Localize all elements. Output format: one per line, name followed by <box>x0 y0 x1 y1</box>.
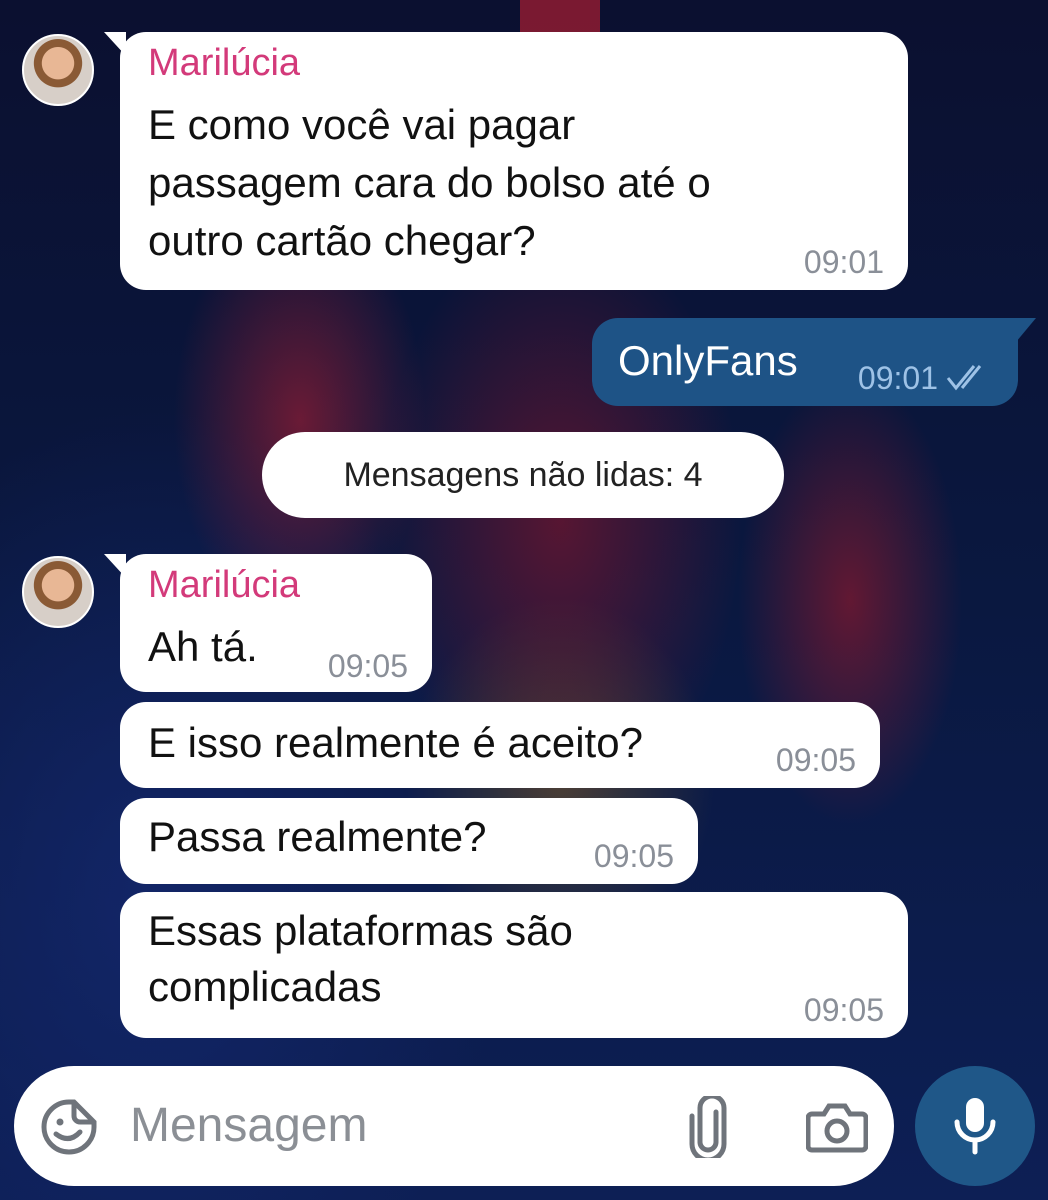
message-time: 09:05 <box>327 648 408 684</box>
message-input[interactable]: Mensagem <box>130 1098 367 1153</box>
message-text: OnlyFans <box>618 337 798 384</box>
sticker-icon[interactable] <box>40 1098 98 1156</box>
camera-icon[interactable] <box>806 1100 868 1154</box>
sender-name[interactable]: Marilúcia <box>148 564 300 607</box>
message-text-line: outro cartão chegar? <box>148 217 536 264</box>
message-text-line: passagem cara do bolso até o <box>148 159 711 206</box>
avatar[interactable] <box>22 34 94 106</box>
message-bubble-incoming[interactable]: E isso realmente é aceito? 09:05 <box>120 702 880 788</box>
message-time: 09:05 <box>775 742 856 778</box>
voice-record-button[interactable] <box>915 1066 1035 1186</box>
sender-name[interactable]: Marilúcia <box>148 42 300 85</box>
message-text-line: Essas plataformas são <box>148 907 573 954</box>
paperclip-icon[interactable] <box>688 1096 728 1158</box>
avatar[interactable] <box>22 556 94 628</box>
message-text: Passa realmente? <box>148 813 487 860</box>
message-bubble-outgoing[interactable]: OnlyFans 09:01 <box>592 318 1036 406</box>
message-bubble-incoming[interactable]: Marilúcia Ah tá. 09:05 <box>104 554 432 692</box>
message-text-line: E como você vai pagar <box>148 101 576 148</box>
message-time: 09:05 <box>593 838 674 874</box>
microphone-icon <box>954 1098 996 1155</box>
message-bubble-incoming[interactable]: Passa realmente? 09:05 <box>120 798 698 884</box>
message-text-line: complicadas <box>148 963 382 1010</box>
message-time: 09:01 <box>857 360 938 396</box>
message-time: 09:05 <box>803 992 884 1028</box>
message-text: E isso realmente é aceito? <box>148 719 643 766</box>
message-time: 09:01 <box>803 244 884 280</box>
unread-messages-divider: Mensagens não lidas: 4 <box>262 432 784 518</box>
message-text: Ah tá. <box>148 623 258 670</box>
double-check-icon <box>946 365 982 391</box>
message-composer[interactable]: Mensagem <box>14 1066 894 1186</box>
message-bubble-incoming[interactable]: Essas plataformas são complicadas 09:05 <box>120 892 908 1038</box>
message-bubble-incoming[interactable]: Marilúcia E como você vai pagar passagem… <box>104 32 908 290</box>
